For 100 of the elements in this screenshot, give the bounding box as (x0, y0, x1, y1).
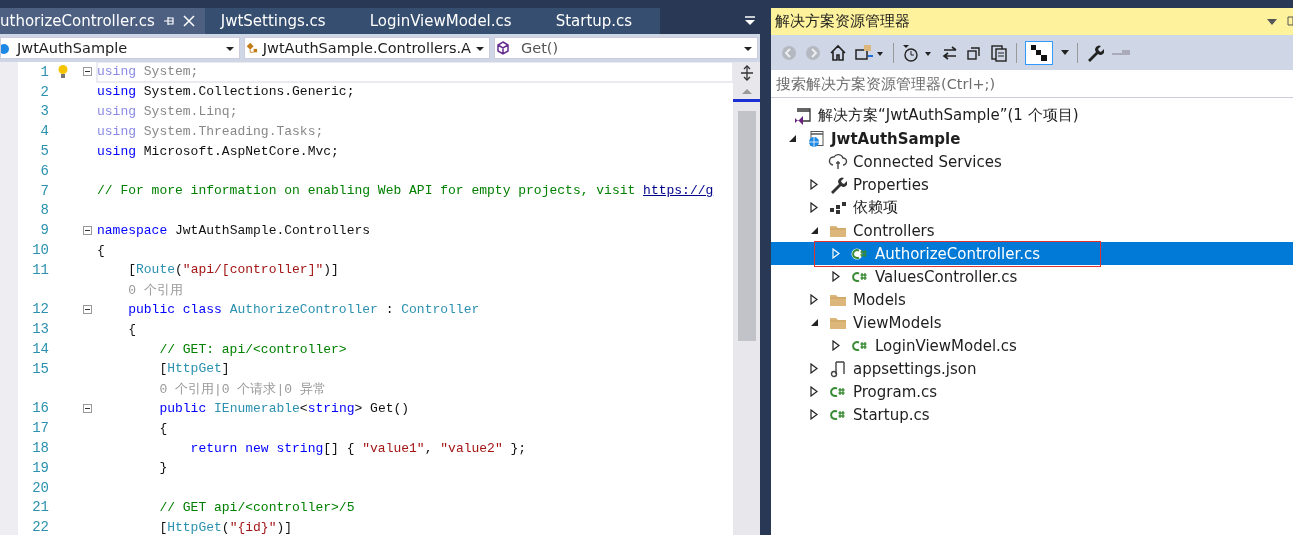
tree-item[interactable]: appsettings.json (771, 357, 1293, 380)
tree-item[interactable]: LoginViewModel.cs (771, 334, 1293, 357)
tree-item[interactable]: ViewModels (771, 311, 1293, 334)
pin-icon[interactable] (1287, 15, 1293, 28)
sync-folder-icon[interactable] (855, 43, 885, 62)
caret-icon (744, 47, 752, 51)
file-tab[interactable]: uthorizeController.cs (0, 8, 205, 34)
line-number: 7 (40, 182, 49, 199)
home-icon[interactable] (829, 43, 847, 62)
copy-pages-icon[interactable] (990, 43, 1008, 62)
caret-icon (226, 47, 234, 51)
file-tab[interactable]: JwtSettings.cs (204, 8, 354, 34)
tree-item[interactable]: 依赖项 (771, 196, 1293, 219)
line-number: 19 (32, 459, 49, 476)
code-line: [HttpGet("{id}")] (158, 518, 294, 535)
line-number: 10 (32, 242, 49, 259)
collapsed-arrow-icon[interactable] (810, 294, 818, 305)
dependencies-icon (829, 200, 847, 215)
line-number: 20 (32, 479, 49, 496)
collapsed-arrow-icon[interactable] (810, 409, 818, 420)
tree-item-label: appsettings.json (853, 359, 977, 378)
vertical-scrollbar[interactable] (733, 62, 760, 535)
line-number: 14 (32, 341, 49, 358)
line-number: 22 (32, 519, 49, 535)
line-number: 5 (40, 143, 49, 160)
line-number: 4 (40, 123, 49, 140)
search-field[interactable]: 搜索解决方案资源管理器(Ctrl+;) (771, 70, 1293, 97)
tree-item[interactable]: ValuesController.cs (771, 265, 1293, 288)
code-line: } (158, 459, 169, 478)
tree-item[interactable]: Startup.cs (771, 403, 1293, 426)
code-line: using System.Collections.Generic; (97, 83, 356, 102)
file-tab[interactable]: Startup.cs (539, 8, 661, 34)
line-number: 12 (32, 301, 49, 318)
expanded-arrow-icon[interactable] (809, 226, 819, 235)
history-clock-icon[interactable] (902, 43, 934, 62)
line-number: 18 (32, 440, 49, 457)
tree-item[interactable]: Controllers (771, 219, 1293, 242)
json-file-icon (830, 359, 846, 378)
collapsed-arrow-icon[interactable] (810, 363, 818, 374)
folder-icon (829, 315, 847, 330)
member-dropdown[interactable]: Get() (494, 37, 758, 59)
dropdown-icon[interactable] (1267, 18, 1277, 25)
lightbulb-icon[interactable] (58, 63, 68, 80)
code-line: // For more information on enabling Web API for empty projects, visit https://g (97, 182, 715, 201)
code-line: // GET: api/<controller> (158, 340, 348, 359)
split-icon[interactable] (738, 65, 755, 81)
code-line: return new string[] { "value1", "value2" }; (189, 439, 528, 458)
tree-item[interactable]: 解决方案“JwtAuthSample”(1 个项目) (771, 104, 1293, 127)
file-tab[interactable]: LoginViewModel.cs (353, 8, 540, 34)
project-dropdown[interactable]: JwtAuthSample (0, 37, 240, 59)
expanded-arrow-icon[interactable] (809, 318, 819, 327)
collapse-icon[interactable] (82, 225, 92, 235)
tree-item-label: Properties (853, 175, 929, 194)
code-line: namespace JwtAuthSample.Controllers (97, 221, 372, 240)
sync-view-toggle[interactable] (1025, 40, 1053, 65)
code-line: using System.Linq; (97, 103, 239, 121)
code-line: [Route("api/[controller]")] (127, 261, 340, 280)
type-dropdown[interactable]: JwtAuthSample.Controllers.A (244, 37, 490, 59)
solution-icon (794, 106, 812, 125)
collapsed-arrow-icon[interactable] (810, 386, 818, 397)
expanded-arrow-icon[interactable] (787, 134, 797, 143)
collapse-all-icon[interactable] (966, 44, 982, 61)
tree-item-label: LoginViewModel.cs (875, 336, 1017, 355)
hierarchy-icon (1030, 43, 1048, 62)
tree-item-label: Models (853, 290, 906, 309)
pin-icon[interactable] (162, 15, 175, 27)
collapsed-arrow-icon[interactable] (810, 179, 818, 190)
project-icon (807, 129, 825, 148)
csharp-file-icon (829, 408, 847, 421)
tree-item-label: ValuesController.cs (875, 267, 1018, 286)
tab-label: Startup.cs (555, 12, 633, 30)
tree-item[interactable]: JwtAuthSample (771, 127, 1293, 150)
tab-label: LoginViewModel.cs (369, 12, 512, 30)
folder-icon (829, 223, 847, 238)
tree-item[interactable]: Connected Services (771, 150, 1293, 173)
tree-item[interactable]: Properties (771, 173, 1293, 196)
tree-item[interactable]: Models (771, 288, 1293, 311)
csharp-file-icon (851, 270, 869, 283)
sync-arrows-icon[interactable] (942, 44, 958, 61)
wrench-icon[interactable] (1086, 43, 1104, 62)
tab-overflow-icon[interactable] (744, 16, 756, 26)
class-icon (245, 40, 259, 56)
tree-item-label: ViewModels (853, 313, 942, 332)
line-number: 15 (32, 360, 49, 377)
csharp-file-icon (851, 247, 869, 260)
collapsed-arrow-icon[interactable] (810, 202, 818, 213)
panel-title: 解决方案资源管理器 (775, 12, 910, 31)
close-icon[interactable] (182, 15, 195, 27)
tree-item[interactable]: Program.cs (771, 380, 1293, 403)
collapsed-arrow-icon[interactable] (832, 340, 840, 351)
line-number: 11 (32, 261, 49, 278)
collapse-icon[interactable] (82, 67, 92, 77)
line-number: 2 (40, 83, 49, 100)
collapsed-arrow-icon[interactable] (832, 271, 840, 282)
caret-icon[interactable] (1061, 50, 1069, 55)
cloud-icon (828, 152, 848, 171)
tree-item[interactable]: AuthorizeController.cs (771, 242, 1293, 265)
collapse-icon[interactable] (82, 403, 92, 413)
code-line: using Microsoft.AspNetCore.Mvc; (97, 142, 340, 161)
collapse-icon[interactable] (82, 304, 92, 314)
